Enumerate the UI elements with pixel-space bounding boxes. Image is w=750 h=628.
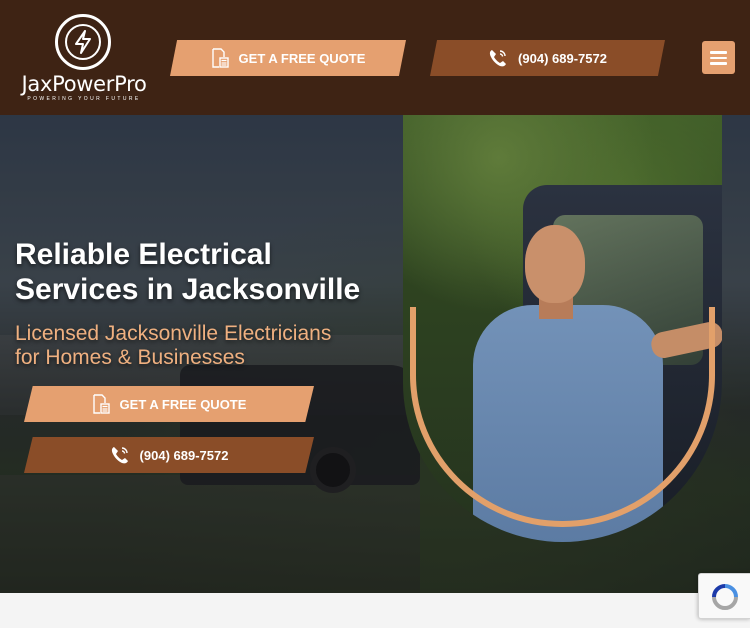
lightning-bolt-icon	[75, 30, 91, 54]
photo-person-head	[525, 225, 585, 303]
hero-subtitle-line: Licensed Jacksonville Electricians	[15, 322, 332, 345]
recaptcha-badge[interactable]	[698, 573, 750, 619]
logo-inner-ring	[65, 24, 101, 60]
logo-tagline: POWERING YOUR FUTURE	[27, 96, 141, 102]
site-header: JaxPowerPro POWERING YOUR FUTURE GET A F…	[0, 0, 750, 115]
header-phone-button[interactable]: (904) 689-7572	[430, 40, 665, 76]
next-section-strip	[0, 593, 750, 628]
header-quote-button[interactable]: GET A FREE QUOTE	[170, 40, 406, 76]
hero-phone-label: (904) 689-7572	[139, 447, 229, 463]
hamburger-menu-icon	[710, 51, 727, 54]
recaptcha-icon	[712, 584, 738, 610]
hero-title: Reliable Electrical Services in Jacksonv…	[15, 237, 395, 307]
logo-outer-ring	[55, 14, 111, 70]
document-calculator-icon	[92, 394, 110, 414]
hamburger-menu-icon	[710, 62, 727, 65]
hero-section: Reliable Electrical Services in Jacksonv…	[0, 115, 750, 593]
hero-phone-button[interactable]: (904) 689-7572	[24, 437, 314, 473]
hero-title-line: Reliable Electrical	[15, 238, 272, 271]
hamburger-menu-icon	[710, 56, 727, 59]
site-logo[interactable]: JaxPowerPro POWERING YOUR FUTURE	[14, 14, 154, 104]
hero-subtitle-line: for Homes & Businesses	[15, 346, 245, 369]
header-quote-label: GET A FREE QUOTE	[238, 50, 366, 66]
header-phone-label: (904) 689-7572	[518, 50, 607, 66]
hamburger-menu-button[interactable]	[702, 41, 735, 74]
logo-wordmark: JaxPowerPro	[21, 72, 147, 96]
phone-ringing-icon	[111, 447, 128, 464]
hero-title-line: Services in Jacksonville	[15, 273, 361, 306]
hero-quote-label: GET A FREE QUOTE	[119, 396, 247, 412]
hero-quote-button[interactable]: GET A FREE QUOTE	[24, 386, 314, 422]
phone-ringing-icon	[489, 50, 507, 67]
hero-subtitle: Licensed Jacksonville Electricians for H…	[15, 322, 395, 370]
document-calculator-icon	[211, 48, 229, 68]
